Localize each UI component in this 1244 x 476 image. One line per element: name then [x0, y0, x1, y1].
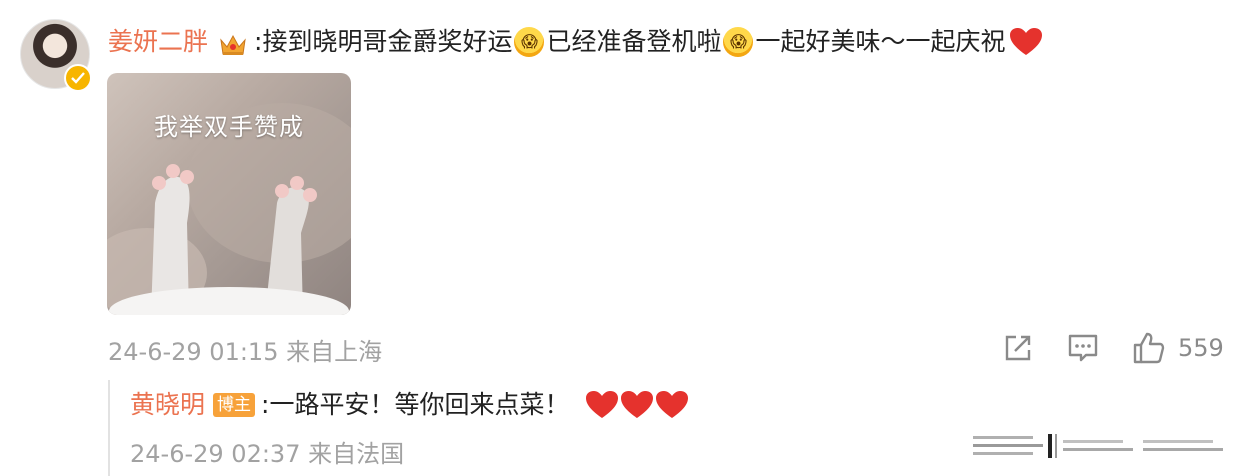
watermark-graphic — [973, 430, 1228, 462]
reply-meta: 24-6-29 02:37 来自法国 — [130, 434, 404, 469]
heart-icon — [585, 390, 689, 420]
like-count: 559 — [1178, 334, 1224, 362]
reply-author[interactable]: 黄晓明 — [130, 386, 205, 424]
crown-icon — [218, 30, 248, 56]
share-icon — [1005, 335, 1031, 361]
comment-text-part1: :接到晓明哥金爵奖好运 — [254, 27, 513, 56]
share-button[interactable] — [1000, 330, 1036, 366]
heart-icon — [1009, 27, 1043, 57]
scream-emoji-icon: 😱 — [514, 27, 545, 57]
comment-timestamp: 24-6-29 01:15 — [108, 338, 279, 366]
comment-author[interactable]: 姜妍二胖 — [108, 22, 208, 62]
meme-image[interactable]: 我举双手赞成 — [107, 73, 351, 315]
comment-button[interactable] — [1065, 330, 1101, 366]
reply-timestamp: 24-6-29 02:37 — [130, 440, 301, 468]
reply-content: :一路平安！等你回来点菜！ — [261, 390, 570, 419]
comment-text-part2: 已经准备登机啦 — [546, 27, 722, 56]
comment-icon — [1068, 334, 1098, 362]
comment-location: 来自上海 — [286, 338, 383, 366]
comment-text-part3: 一起好美味～一起庆祝 — [755, 27, 1006, 56]
reply-text: 黄晓明 博主 :一路平安！等你回来点菜！ — [130, 386, 689, 424]
comment-actions: 559 — [1000, 330, 1224, 366]
comment-meta: 24-6-29 01:15 来自上海 — [108, 332, 382, 367]
verified-icon — [64, 64, 92, 92]
comment-text: 姜妍二胖 :接到晓明哥金爵奖好运 😱 已经准备登机啦 😱 一起好美味～一起庆祝 — [108, 22, 1043, 62]
scream-emoji-icon: 😱 — [723, 27, 754, 57]
like-button[interactable]: 559 — [1132, 331, 1224, 365]
thumbs-up-icon — [1133, 332, 1165, 364]
author-badge: 博主 — [213, 393, 256, 417]
reply-location: 来自法国 — [308, 440, 405, 468]
meme-caption: 我举双手赞成 — [154, 113, 304, 141]
